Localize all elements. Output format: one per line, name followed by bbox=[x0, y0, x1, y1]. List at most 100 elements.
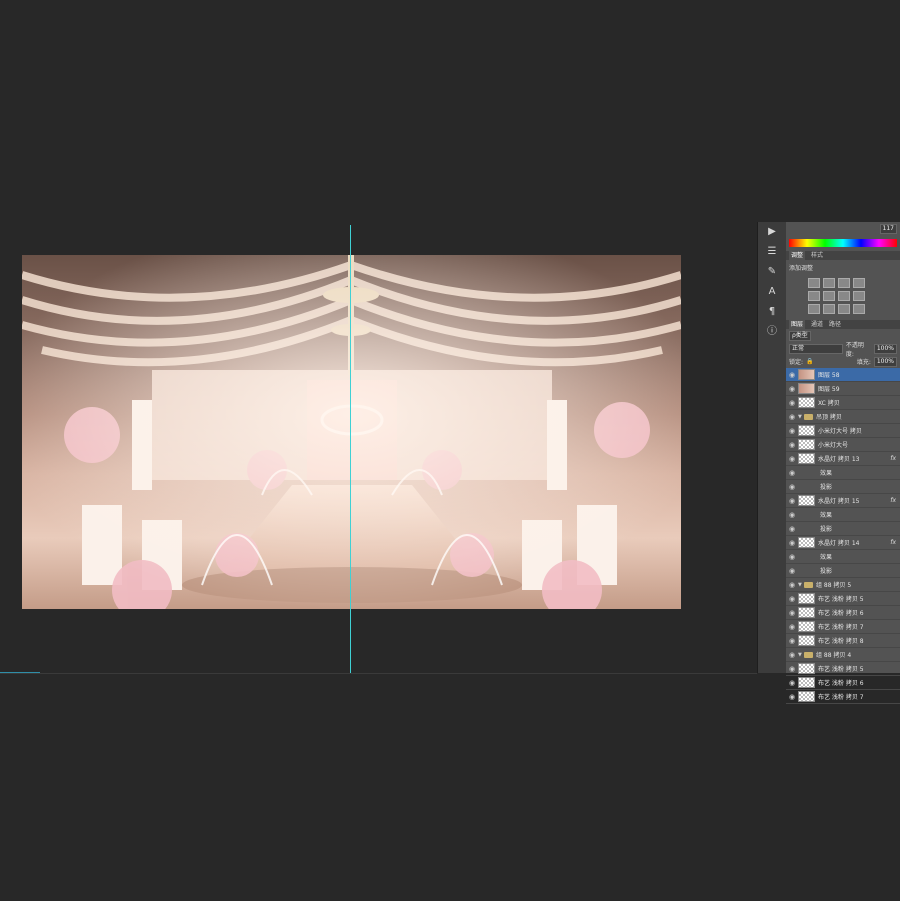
effects-badge[interactable]: fx bbox=[890, 539, 896, 546]
layer-row[interactable]: ◉ 小米灯大号 bbox=[786, 438, 900, 452]
layer-row[interactable]: ◉ 水晶灯 拷贝 13 fx bbox=[786, 452, 900, 466]
layer-row[interactable]: ◉ 效果 bbox=[786, 508, 900, 522]
layer-row[interactable]: ◉ 水晶灯 拷贝 15 fx bbox=[786, 494, 900, 508]
visibility-eye-icon[interactable]: ◉ bbox=[786, 623, 798, 631]
visibility-eye-icon[interactable]: ◉ bbox=[786, 637, 798, 645]
visibility-eye-icon[interactable]: ◉ bbox=[786, 609, 798, 617]
layer-row[interactable]: ◉ XC 拷贝 bbox=[786, 396, 900, 410]
visibility-eye-icon[interactable]: ◉ bbox=[786, 385, 798, 393]
blend-mode-select[interactable]: 正常 bbox=[789, 343, 843, 354]
exposure-icon[interactable] bbox=[853, 278, 865, 288]
value-field[interactable]: 117 bbox=[879, 223, 897, 234]
fill-field[interactable]: 100% bbox=[873, 356, 897, 367]
layer-name: 吊顶 拷贝 bbox=[816, 414, 842, 421]
layer-row[interactable]: ◉ 水晶灯 拷贝 14 fx bbox=[786, 536, 900, 550]
tab-styles[interactable]: 样式 bbox=[811, 251, 823, 260]
visibility-eye-icon[interactable]: ◉ bbox=[786, 525, 798, 533]
effects-badge[interactable]: fx bbox=[890, 497, 896, 504]
layer-row[interactable]: ◉ 效果 bbox=[786, 550, 900, 564]
lock-icon[interactable]: 🔒 bbox=[806, 358, 813, 365]
document-canvas[interactable] bbox=[0, 0, 757, 673]
visibility-eye-icon[interactable]: ◉ bbox=[786, 413, 798, 421]
layer-name: 投影 bbox=[820, 526, 833, 533]
visibility-eye-icon[interactable]: ◉ bbox=[786, 581, 798, 589]
curves-icon[interactable] bbox=[838, 278, 850, 288]
visibility-eye-icon[interactable]: ◉ bbox=[786, 441, 798, 449]
layer-row[interactable]: ◉ ▼ 吊顶 拷贝 bbox=[786, 410, 900, 424]
info-icon[interactable]: ⓘ bbox=[758, 322, 786, 342]
visibility-eye-icon[interactable]: ◉ bbox=[786, 469, 798, 477]
layer-row[interactable]: ◉ 小米灯大号 拷贝 bbox=[786, 424, 900, 438]
layer-name: 效果 bbox=[820, 512, 833, 519]
brightness-icon[interactable] bbox=[808, 278, 820, 288]
visibility-eye-icon[interactable]: ◉ bbox=[786, 693, 798, 701]
layer-row[interactable]: ◉ 投影 bbox=[786, 480, 900, 494]
layer-row[interactable]: ◉ ▼ 组 88 拷贝 4 bbox=[786, 648, 900, 662]
adjustment-icons bbox=[786, 275, 900, 317]
color-spectrum[interactable] bbox=[789, 239, 897, 247]
tab-layers[interactable]: 图层 bbox=[789, 320, 806, 329]
layer-thumbnail bbox=[798, 663, 815, 674]
tab-paths[interactable]: 路径 bbox=[829, 320, 841, 329]
wedding-stage-artwork[interactable] bbox=[22, 255, 681, 609]
sliders-icon[interactable]: ☰ bbox=[758, 242, 786, 262]
layer-thumbnail bbox=[798, 677, 815, 688]
layer-name: XC 拷贝 bbox=[818, 400, 840, 407]
visibility-eye-icon[interactable]: ◉ bbox=[786, 455, 798, 463]
visibility-eye-icon[interactable]: ◉ bbox=[786, 679, 798, 687]
layer-filter[interactable]: ρ类型 bbox=[789, 330, 811, 341]
color-balance-icon[interactable] bbox=[838, 291, 850, 301]
tab-adjustments[interactable]: 调整 bbox=[789, 251, 806, 260]
layer-row[interactable]: ◉ ▼ 组 88 拷贝 5 bbox=[786, 578, 900, 592]
layer-row[interactable]: ◉ 布艺 浅粉 拷贝 8 bbox=[786, 634, 900, 648]
layer-row[interactable]: ◉ 图层 58 bbox=[786, 368, 900, 382]
threshold-icon[interactable] bbox=[838, 304, 850, 314]
visibility-eye-icon[interactable]: ◉ bbox=[786, 665, 798, 673]
layer-row[interactable]: ◉ 布艺 浅粉 拷贝 5 bbox=[786, 662, 900, 676]
status-area bbox=[0, 673, 757, 901]
layer-thumbnail bbox=[798, 383, 815, 394]
layer-row[interactable]: ◉ 布艺 浅粉 拷贝 5 bbox=[786, 592, 900, 606]
layer-row[interactable]: ◉ 效果 bbox=[786, 466, 900, 480]
visibility-eye-icon[interactable]: ◉ bbox=[786, 651, 798, 659]
vertical-guide-line[interactable] bbox=[350, 225, 351, 673]
levels-icon[interactable] bbox=[823, 278, 835, 288]
hue-icon[interactable] bbox=[823, 291, 835, 301]
vibrance-icon[interactable] bbox=[808, 291, 820, 301]
visibility-eye-icon[interactable]: ◉ bbox=[786, 427, 798, 435]
bw-icon[interactable] bbox=[853, 291, 865, 301]
layer-name: 图层 58 bbox=[818, 372, 840, 379]
add-adjustment-label: 添加调整 bbox=[789, 265, 814, 272]
play-icon[interactable]: ▶ bbox=[758, 222, 786, 242]
layer-row[interactable]: ◉ 图层 59 bbox=[786, 382, 900, 396]
layer-name: 水晶灯 拷贝 15 bbox=[818, 498, 860, 505]
visibility-eye-icon[interactable]: ◉ bbox=[786, 399, 798, 407]
layer-thumbnail bbox=[798, 453, 815, 464]
brush-icon[interactable]: ✎ bbox=[758, 262, 786, 282]
visibility-eye-icon[interactable]: ◉ bbox=[786, 567, 798, 575]
layer-row[interactable]: ◉ 布艺 浅粉 拷贝 6 bbox=[786, 676, 900, 690]
layer-row[interactable]: ◉ 投影 bbox=[786, 564, 900, 578]
posterize-icon[interactable] bbox=[823, 304, 835, 314]
paragraph-icon[interactable]: ¶ bbox=[758, 302, 786, 322]
visibility-eye-icon[interactable]: ◉ bbox=[786, 371, 798, 379]
visibility-eye-icon[interactable]: ◉ bbox=[786, 553, 798, 561]
opacity-label: 不透明度: bbox=[845, 341, 864, 358]
layer-row[interactable]: ◉ 布艺 浅粉 拷贝 7 bbox=[786, 690, 900, 704]
layer-row[interactable]: ◉ 布艺 浅粉 拷贝 6 bbox=[786, 606, 900, 620]
layer-row[interactable]: ◉ 布艺 浅粉 拷贝 7 bbox=[786, 620, 900, 634]
visibility-eye-icon[interactable]: ◉ bbox=[786, 539, 798, 547]
visibility-eye-icon[interactable]: ◉ bbox=[786, 511, 798, 519]
layer-row[interactable]: ◉ 投影 bbox=[786, 522, 900, 536]
opacity-field[interactable]: 100% bbox=[873, 343, 897, 354]
invert-icon[interactable] bbox=[808, 304, 820, 314]
visibility-eye-icon[interactable]: ◉ bbox=[786, 595, 798, 603]
visibility-eye-icon[interactable]: ◉ bbox=[786, 483, 798, 491]
effects-badge[interactable]: fx bbox=[890, 455, 896, 462]
layer-name: 组 88 拷贝 5 bbox=[816, 582, 852, 589]
tab-channels[interactable]: 通道 bbox=[811, 320, 823, 329]
text-icon[interactable]: A bbox=[758, 282, 786, 302]
gradient-map-icon[interactable] bbox=[853, 304, 865, 314]
layer-name: 布艺 浅粉 拷贝 5 bbox=[818, 596, 864, 603]
visibility-eye-icon[interactable]: ◉ bbox=[786, 497, 798, 505]
